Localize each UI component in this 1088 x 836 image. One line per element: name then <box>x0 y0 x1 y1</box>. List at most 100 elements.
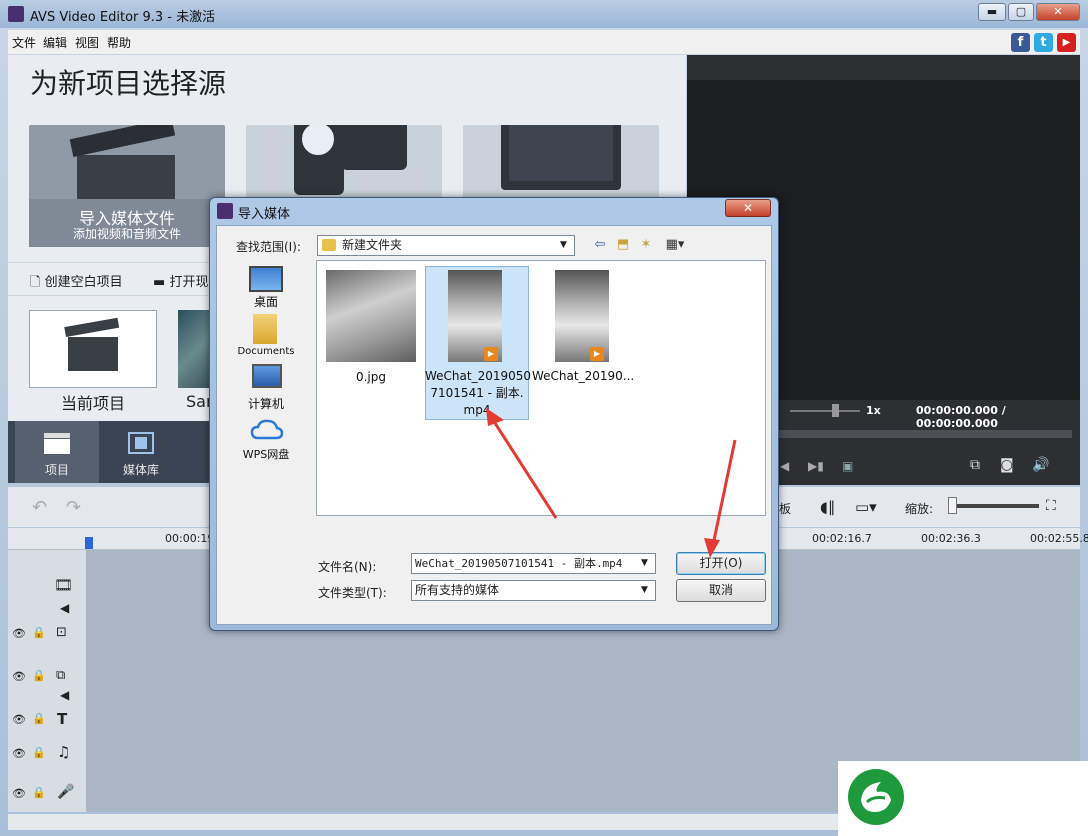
play-icon: ▶ <box>484 347 498 361</box>
cancel-button[interactable]: 取消 <box>676 579 766 602</box>
time-display: 00:00:00.000 / 00:00:00.000 <box>916 404 1006 430</box>
file-name-label: 文件名(N): <box>318 560 377 574</box>
facebook-icon[interactable]: f <box>1011 33 1030 52</box>
speed-slider-thumb[interactable] <box>832 404 839 417</box>
menu-file[interactable]: 文件 <box>12 34 36 51</box>
ruler-time: 00:02:55.8 <box>1030 532 1088 545</box>
music-track-icon: ♫ <box>57 743 71 761</box>
look-in-label: 查找范围(I): <box>236 240 301 254</box>
clapperboard-icon <box>44 433 70 454</box>
desktop-icon[interactable] <box>249 266 283 292</box>
zoom-slider[interactable] <box>953 504 1039 508</box>
next-frame-icon[interactable]: ▶▮ <box>808 459 824 473</box>
up-folder-icon[interactable]: ⬒ <box>614 237 632 253</box>
file-name-selected[interactable]: WeChat_2019050 7101541 - 副本. mp4 <box>425 368 532 419</box>
lock-icon[interactable]: 🔒 <box>32 712 46 725</box>
film-icon <box>128 432 154 454</box>
maximize-button[interactable]: ▢ <box>1008 3 1034 21</box>
volume-icon[interactable]: 🔊 <box>1032 457 1049 473</box>
folder-icon: ▬ <box>153 275 166 290</box>
open-existing-label: 打开现 <box>169 275 209 290</box>
dialog-close-button[interactable]: ✕ <box>725 199 771 217</box>
chevron-down-icon[interactable]: ▼ <box>560 240 567 250</box>
visibility-icon[interactable]: 👁 <box>12 670 26 683</box>
ruler-time: 00:02:36.3 <box>921 532 981 545</box>
visibility-icon[interactable]: 👁 <box>12 787 26 800</box>
file-name-line: mp4 <box>463 403 491 417</box>
chevron-down-icon[interactable]: ▼ <box>641 558 648 568</box>
ruler-time: 00:00:19 <box>165 532 215 545</box>
nav-item-project-label: 项目 <box>44 463 69 477</box>
file-name-input[interactable]: WeChat_20190507101541 - 副本.mp4 <box>411 553 656 574</box>
minimize-button[interactable]: ▬ <box>978 3 1006 21</box>
zoom-slider-thumb[interactable] <box>948 497 957 514</box>
detach-preview-icon[interactable]: ⧉ <box>970 457 980 473</box>
undo-icon[interactable]: ↶ <box>32 497 47 518</box>
dialog-app-icon <box>217 203 233 219</box>
folder-icon <box>322 239 336 251</box>
import-media-subtitle: 添加视频和音频文件 <box>72 227 181 241</box>
visibility-icon[interactable]: 👁 <box>12 747 26 760</box>
menu-bar <box>8 30 1080 54</box>
window-title: AVS Video Editor 9.3 - 未激活 <box>30 10 216 25</box>
create-blank-project-link[interactable]: 🗋 创建空白项目 <box>30 271 123 295</box>
playhead[interactable] <box>85 537 93 549</box>
cloud-icon[interactable] <box>250 418 284 442</box>
fit-to-window-icon[interactable]: ⛶ <box>1046 498 1056 514</box>
documents-folder-icon[interactable] <box>253 314 277 344</box>
dialog-title: 导入媒体 <box>238 207 291 222</box>
lock-icon[interactable]: 🔒 <box>32 746 46 759</box>
open-existing-project-link[interactable]: ▬ 打开现 <box>153 271 208 290</box>
audio-mixer-icon[interactable]: ◖∥ <box>820 498 835 516</box>
menu-view[interactable]: 视图 <box>75 34 99 51</box>
ruler-time: 00:02:16.7 <box>812 532 872 545</box>
place-computer[interactable]: 计算机 <box>226 395 306 412</box>
place-wps-cloud[interactable]: WPS网盘 <box>226 446 306 462</box>
effects-track-icon: ⊡ <box>56 625 67 640</box>
blank-document-icon: 🗋 <box>30 275 41 290</box>
clapperboard-icon <box>64 317 120 371</box>
twitter-icon[interactable]: t <box>1034 33 1053 52</box>
playback-progress-bar[interactable] <box>776 430 1072 438</box>
lock-icon[interactable]: 🔒 <box>32 626 46 639</box>
place-desktop[interactable]: 桌面 <box>226 293 306 310</box>
image-thumbnail[interactable] <box>326 270 416 362</box>
open-button[interactable]: 打开(O) <box>676 552 766 575</box>
start-heading: 为新项目选择源 <box>30 67 227 100</box>
new-folder-icon[interactable]: ✶ <box>637 237 655 253</box>
file-name-line: 7101541 - 副本. <box>430 386 524 400</box>
file-name[interactable]: 0.jpg <box>326 369 416 386</box>
menu-help[interactable]: 帮助 <box>107 34 131 51</box>
file-type-label: 文件类型(T): <box>318 586 387 600</box>
file-name-line: WeChat_2019050 <box>425 369 532 383</box>
visibility-icon[interactable]: 👁 <box>12 627 26 640</box>
look-in-dropdown[interactable]: 新建文件夹 <box>317 235 575 256</box>
fullscreen-preview-icon[interactable]: ▣ <box>842 459 853 473</box>
audio-icon: ◀ <box>60 601 70 615</box>
overlay-track-icon: ⧉ <box>56 668 66 683</box>
lock-icon[interactable]: 🔒 <box>32 786 46 799</box>
back-arrow-icon[interactable]: ⇦ <box>591 237 609 253</box>
display-mode-icon[interactable]: ▭▾ <box>855 498 877 516</box>
current-project-thumbnail[interactable] <box>29 310 157 388</box>
lock-icon[interactable]: 🔒 <box>32 669 46 682</box>
redo-icon[interactable]: ↷ <box>66 497 81 518</box>
prev-frame-icon[interactable]: ◀ <box>780 459 789 473</box>
leaf-logo-icon <box>848 769 904 825</box>
youtube-icon[interactable]: ▶ <box>1057 33 1076 52</box>
visibility-icon[interactable]: 👁 <box>12 713 26 726</box>
nav-item-media-library[interactable]: 媒体库 <box>99 461 183 478</box>
view-menu-icon[interactable]: ▦▾ <box>661 237 689 253</box>
place-documents[interactable]: Documents <box>226 346 306 357</box>
menu-edit[interactable]: 编辑 <box>43 34 67 51</box>
current-project-label: 当前项目 <box>60 394 125 413</box>
speed-label: 1x <box>866 404 881 417</box>
snapshot-icon[interactable]: ◙ <box>1000 457 1014 473</box>
chevron-down-icon[interactable]: ▼ <box>641 585 648 595</box>
file-name[interactable]: WeChat_20190... <box>532 368 634 385</box>
video-track-icon: 🎞 <box>54 576 74 594</box>
close-button[interactable]: ✕ <box>1036 3 1080 21</box>
computer-icon[interactable] <box>252 364 282 388</box>
file-type-dropdown[interactable]: 所有支持的媒体 <box>411 580 656 601</box>
speed-slider[interactable] <box>790 410 860 412</box>
